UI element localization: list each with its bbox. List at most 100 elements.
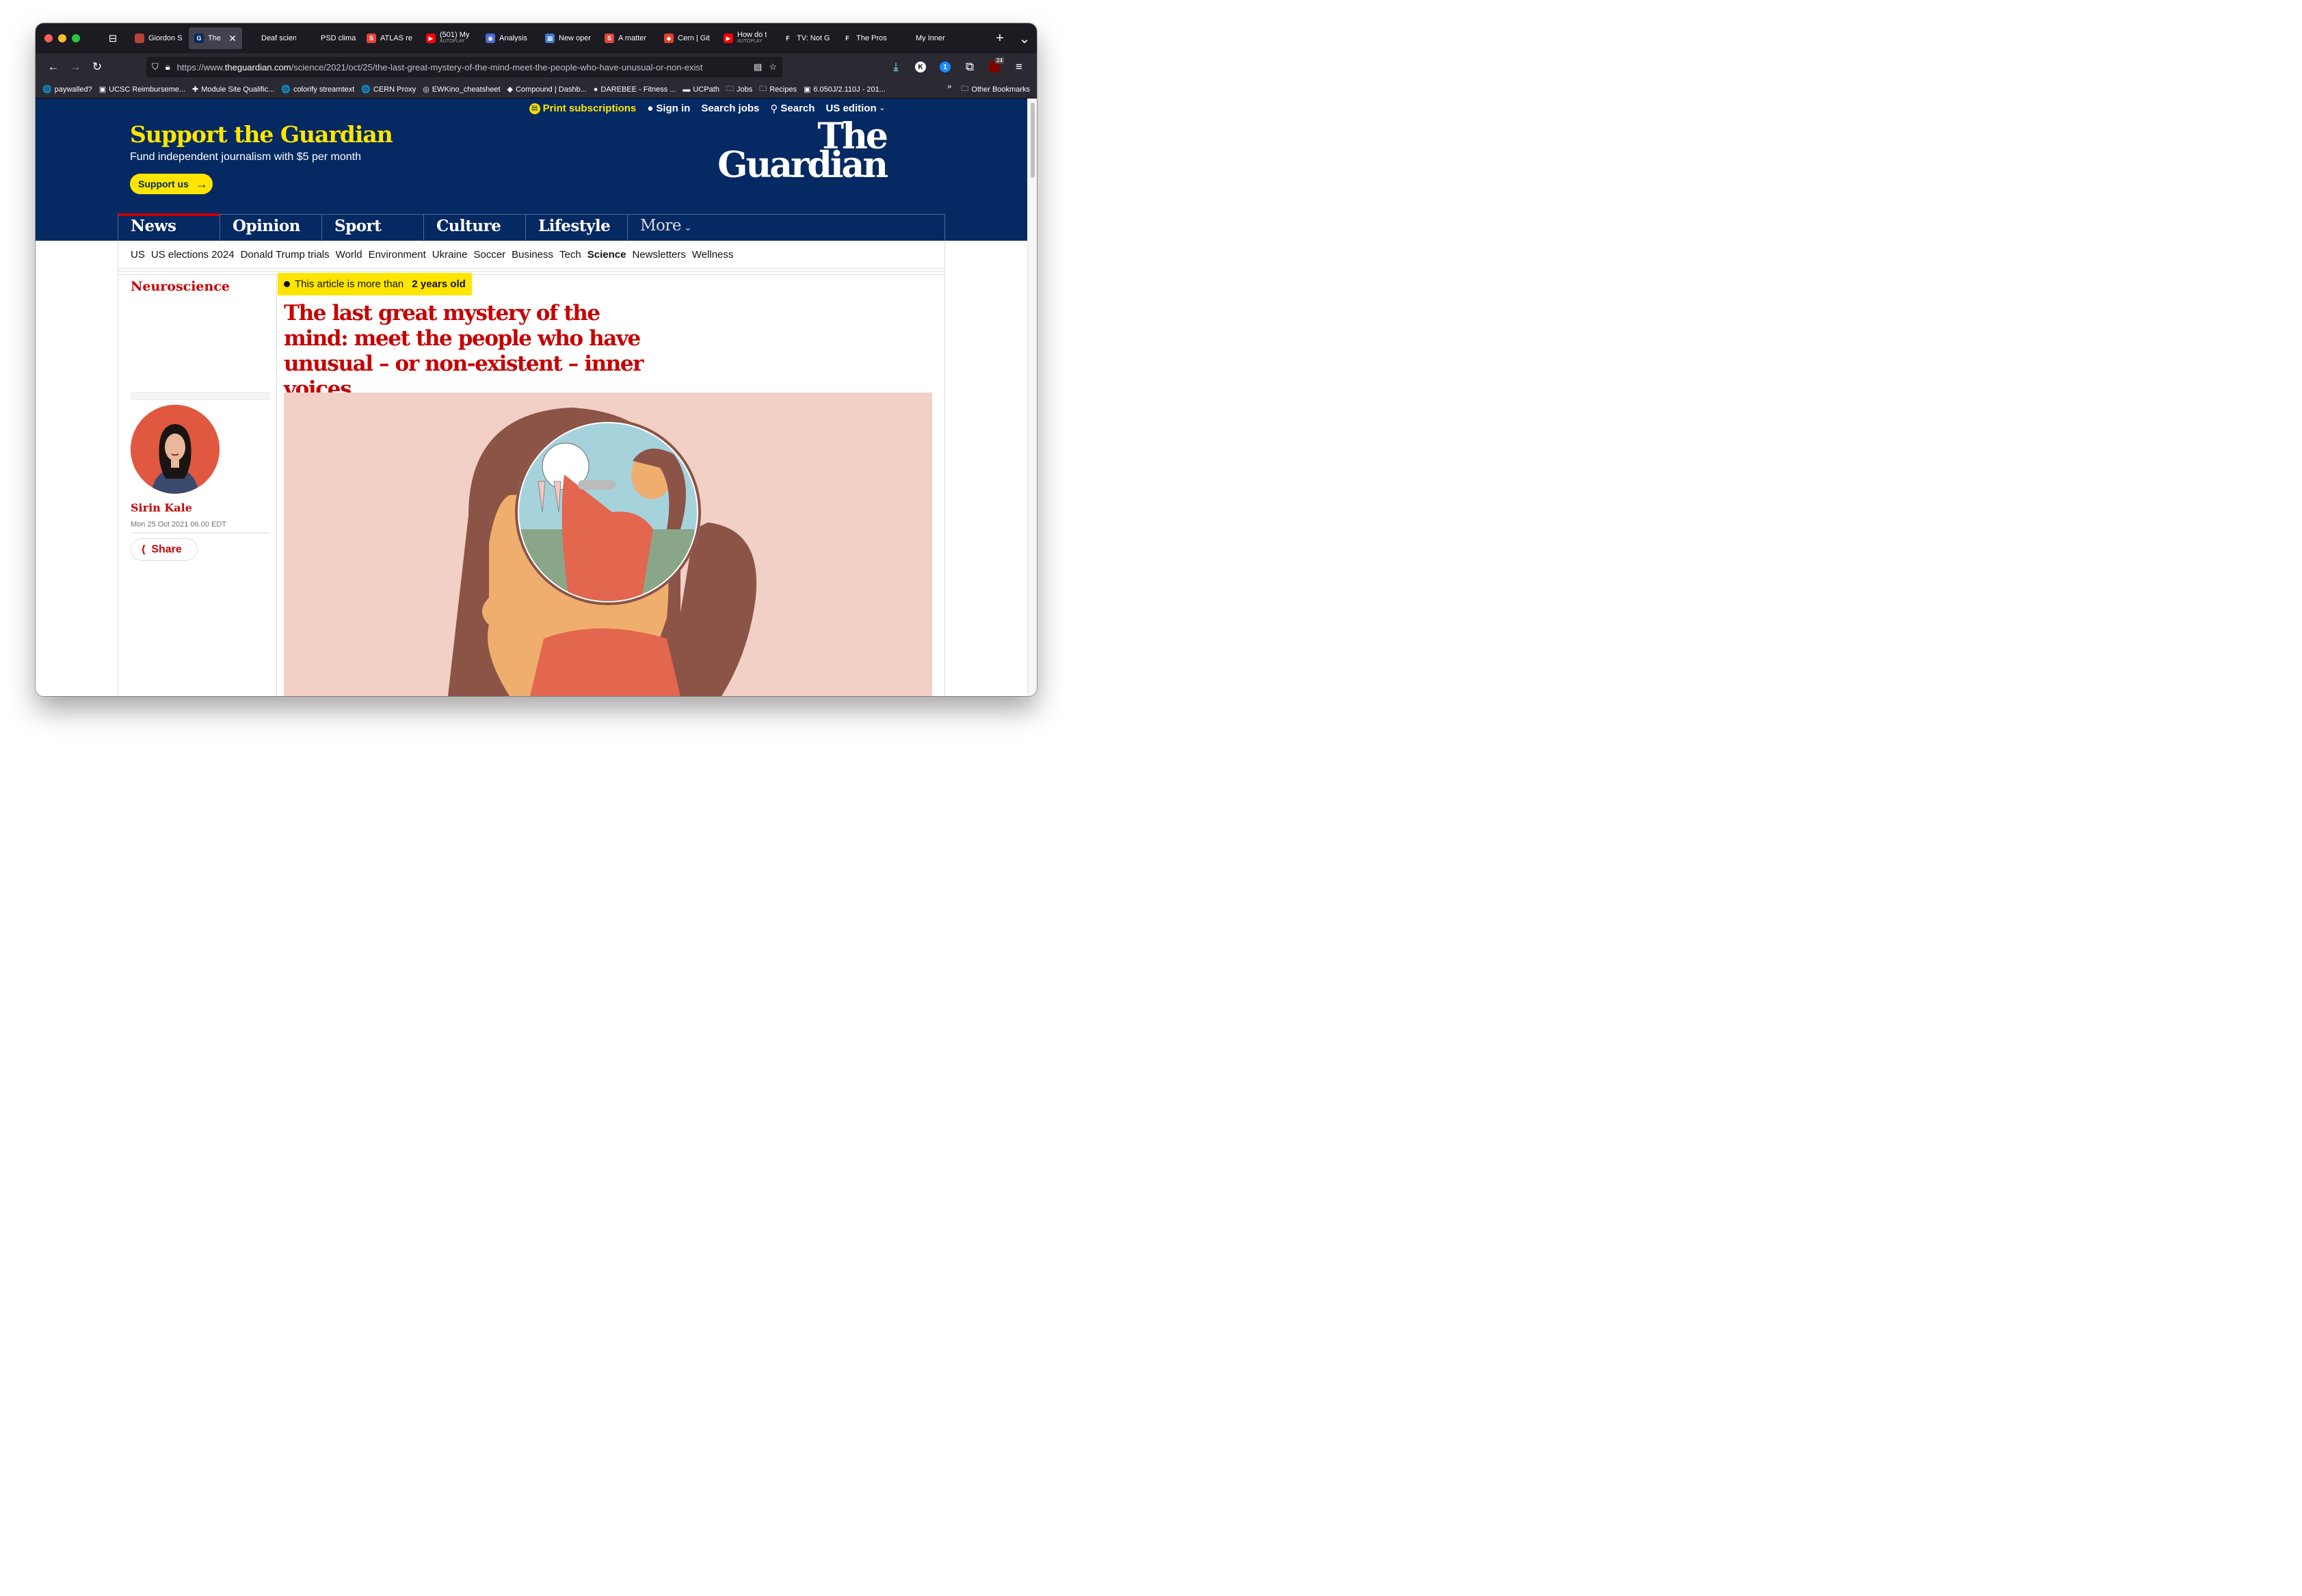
forward-icon[interactable]: → xyxy=(64,56,86,78)
divider xyxy=(131,393,270,399)
bookmark-item[interactable]: ● DAREBEE - Fitness ... xyxy=(594,85,676,94)
zoom-window-button[interactable] xyxy=(72,34,80,42)
browser-tab[interactable]: My Inner xyxy=(897,27,956,49)
bookmark-item[interactable]: ✚ Module Site Qualific... xyxy=(192,85,274,94)
browser-tab[interactable]: ▶ How do t AUTOPLAY xyxy=(718,27,778,49)
browser-tab[interactable]: ▶ (501) My AUTOPLAY xyxy=(421,27,480,49)
downloads-icon[interactable]: ⤓ xyxy=(885,56,907,78)
browser-tab[interactable]: ▦ New oper xyxy=(540,27,599,49)
share-button[interactable]: ⟨ Share xyxy=(131,538,198,561)
chevron-double-right-icon[interactable]: » xyxy=(947,83,951,96)
tracking-protection-icon[interactable]: ⛉ xyxy=(152,62,159,72)
author-name[interactable]: Sirin Kale xyxy=(131,501,192,514)
pillar-sport[interactable]: Sport xyxy=(322,215,424,241)
subnav-link[interactable]: Newsletters xyxy=(632,249,685,261)
page-scrollbar[interactable] xyxy=(1027,98,1037,696)
subnav-link[interactable]: US elections 2024 xyxy=(151,249,235,261)
subnav-link[interactable]: Science xyxy=(587,249,626,261)
chevron-down-icon: ⌄ xyxy=(879,105,885,112)
section-link[interactable]: Neuroscience xyxy=(131,279,230,294)
tab-favicon-icon: F xyxy=(786,35,790,42)
guardian-logo[interactable]: The Guardian xyxy=(695,119,888,183)
publish-date[interactable]: Mon 25 Oct 2021 06.00 EDT xyxy=(131,520,226,529)
bookmark-icon: 🗀 xyxy=(759,85,767,93)
bookmark-item[interactable]: ▬ UCPath xyxy=(683,85,719,94)
extensions-icon[interactable]: ⧉ xyxy=(959,56,981,78)
search-icon: ⚲ xyxy=(770,103,778,115)
bookmark-item[interactable]: ▣ UCSC Reimburseme... xyxy=(99,85,185,94)
list-all-tabs-icon[interactable]: ⌄ xyxy=(1012,30,1037,47)
print-subscriptions-link[interactable]: ▤ Print subscriptions xyxy=(529,103,636,114)
subnav-link[interactable]: US xyxy=(131,249,145,261)
browser-tab[interactable]: Deaf scientist xyxy=(242,27,302,49)
url-text[interactable]: https://www.theguardian.com/science/2021… xyxy=(177,62,747,72)
support-us-button[interactable]: Support us → xyxy=(130,174,213,194)
tab-label: Cern | Git xyxy=(678,35,710,42)
bookmark-icon: ▣ xyxy=(803,85,811,94)
tab-list-icon[interactable]: ⊟ xyxy=(101,32,125,44)
search-jobs-link[interactable]: Search jobs xyxy=(701,103,759,114)
support-title: Support the Guardian xyxy=(130,121,393,148)
ublock-icon[interactable]: 24 xyxy=(983,56,1005,78)
bookmark-item[interactable]: 🌐 colorify streamtext xyxy=(281,85,354,94)
password-manager-icon[interactable]: 1 xyxy=(934,56,956,78)
bookmark-label: EWKino_cheatsheet xyxy=(432,85,501,94)
user-icon: ● xyxy=(647,103,654,114)
browser-tab[interactable]: ◆ Cern | Git xyxy=(659,27,718,49)
tab-favicon-icon: S xyxy=(605,34,614,43)
browser-tab[interactable]: PSD climate xyxy=(302,27,361,49)
bookmark-item[interactable]: 🗀 Jobs xyxy=(726,83,752,96)
pillar-more[interactable]: More ⌄ xyxy=(628,215,730,241)
bookmark-item[interactable]: ◎ EWKino_cheatsheet xyxy=(423,85,500,94)
subnav-link[interactable]: Environment xyxy=(369,249,426,261)
bookmark-icon: 🌐 xyxy=(281,85,291,94)
browser-tab[interactable]: Giordon S xyxy=(129,27,189,49)
subnav-link[interactable]: Soccer xyxy=(473,249,505,261)
close-tab-icon[interactable]: ✕ xyxy=(228,33,237,44)
bookmark-item[interactable]: ▣ 6.050J/2.110J - 201... xyxy=(804,85,886,94)
browser-tab[interactable]: ◉ Analysis xyxy=(480,27,540,49)
bookmark-item[interactable]: ◆ Compound | Dashb... xyxy=(507,85,587,94)
extension-k-icon[interactable]: K xyxy=(910,56,931,78)
subnav-link[interactable]: World xyxy=(336,249,362,261)
subnav-link[interactable]: Donald Trump trials xyxy=(241,249,330,261)
reader-view-icon[interactable]: ▤ xyxy=(754,62,762,72)
browser-tab[interactable]: F TV: Not G xyxy=(778,27,837,49)
new-tab-icon[interactable]: + xyxy=(988,31,1012,46)
bookmark-item[interactable]: 🌐 paywalled? xyxy=(42,85,92,94)
bookmark-item[interactable]: 🗀 Recipes xyxy=(759,83,797,96)
bookmark-label: Compound | Dashb... xyxy=(515,85,587,94)
tab-label: Giordon S xyxy=(148,35,183,42)
url-bar[interactable]: ⛉ 🔒︎ https://www.theguardian.com/science… xyxy=(146,57,782,77)
lock-icon[interactable]: 🔒︎ xyxy=(166,62,170,72)
pillar-nav: News Opinion Sport Culture Lifestyle More ⌄ xyxy=(118,213,945,241)
search-link[interactable]: ⚲ Search xyxy=(770,103,815,115)
browser-tab[interactable]: G The la ✕ xyxy=(189,27,242,49)
menu-icon[interactable]: ≡ xyxy=(1008,56,1030,78)
subnav-link[interactable]: Business xyxy=(512,249,553,261)
tab-favicon-icon: ▶ xyxy=(426,34,436,43)
minimize-window-button[interactable] xyxy=(58,34,66,42)
close-window-button[interactable] xyxy=(44,34,53,42)
pillar-lifestyle[interactable]: Lifestyle xyxy=(526,215,628,241)
back-icon[interactable]: ← xyxy=(42,56,64,78)
sign-in-link[interactable]: ● Sign in xyxy=(647,103,690,114)
subnav-link[interactable]: Ukraine xyxy=(432,249,468,261)
subnav-link[interactable]: Tech xyxy=(559,249,581,261)
pillar-news[interactable]: News xyxy=(118,213,220,241)
other-bookmarks-folder[interactable]: 🗀 Other Bookmarks xyxy=(961,83,1030,96)
browser-tab[interactable]: S A matter xyxy=(599,27,659,49)
subnav-link[interactable]: Wellness xyxy=(692,249,734,261)
reload-icon[interactable]: ↻ xyxy=(86,56,108,78)
browser-tab[interactable]: S ATLAS re xyxy=(361,27,421,49)
bookmark-item[interactable]: 🌐 CERN Proxy xyxy=(361,85,416,94)
pillar-culture[interactable]: Culture xyxy=(424,215,526,241)
edition-selector[interactable]: US edition ⌄ xyxy=(825,103,885,114)
bookmark-icon: ◆ xyxy=(507,85,513,94)
bookmark-star-icon[interactable]: ☆ xyxy=(769,62,777,72)
tab-label: Deaf scientist xyxy=(261,35,296,42)
browser-tab[interactable]: F The Pros xyxy=(837,27,897,49)
pillar-opinion[interactable]: Opinion xyxy=(220,215,322,241)
toolbar-right: ⤓ K 1 ⧉ 24 ≡ xyxy=(885,56,1030,78)
scrollbar-thumb[interactable] xyxy=(1031,103,1035,178)
